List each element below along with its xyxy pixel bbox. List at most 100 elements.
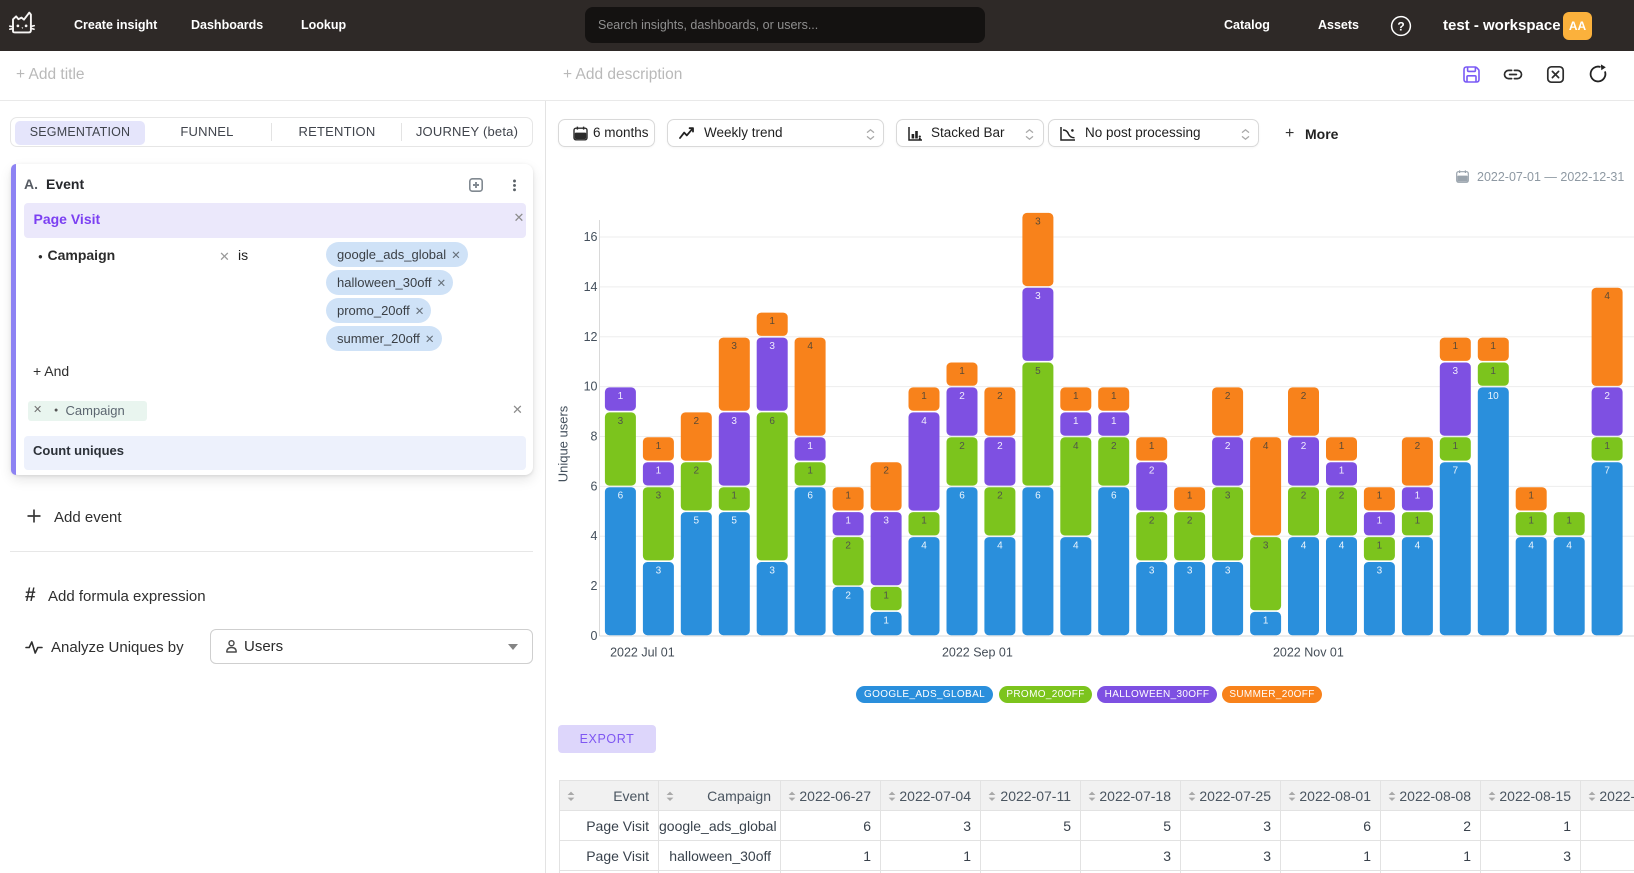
- svg-text:4: 4: [1528, 541, 1534, 552]
- svg-text:3: 3: [1035, 291, 1041, 302]
- svg-text:2: 2: [959, 391, 965, 402]
- svg-text:2: 2: [1301, 491, 1307, 502]
- svg-text:1: 1: [1149, 441, 1155, 452]
- svg-text:1: 1: [959, 366, 965, 377]
- svg-text:4: 4: [997, 541, 1003, 552]
- svg-text:6: 6: [807, 491, 813, 502]
- svg-text:14: 14: [584, 280, 598, 294]
- svg-text:2022 Nov 01: 2022 Nov 01: [1273, 646, 1344, 660]
- svg-text:1: 1: [1073, 391, 1079, 402]
- svg-text:3: 3: [1377, 566, 1383, 577]
- svg-text:1: 1: [845, 491, 851, 502]
- svg-text:1: 1: [1339, 466, 1345, 477]
- svg-text:3: 3: [656, 566, 662, 577]
- svg-text:2: 2: [1225, 391, 1231, 402]
- svg-text:3: 3: [656, 491, 662, 502]
- svg-text:5: 5: [694, 516, 700, 527]
- svg-text:2: 2: [1339, 491, 1345, 502]
- svg-text:2: 2: [845, 590, 851, 601]
- svg-text:5: 5: [731, 516, 737, 527]
- svg-text:2: 2: [1111, 441, 1117, 452]
- svg-text:1: 1: [1377, 491, 1383, 502]
- svg-text:2: 2: [997, 391, 1003, 402]
- svg-text:4: 4: [591, 529, 598, 543]
- svg-text:8: 8: [591, 430, 598, 444]
- svg-text:2: 2: [1149, 516, 1155, 527]
- svg-text:2: 2: [845, 541, 851, 552]
- svg-text:4: 4: [1301, 541, 1307, 552]
- svg-text:3: 3: [731, 341, 737, 352]
- svg-text:1: 1: [656, 466, 662, 477]
- svg-text:4: 4: [1263, 441, 1269, 452]
- svg-text:1: 1: [1453, 341, 1459, 352]
- svg-text:6: 6: [769, 416, 775, 427]
- svg-text:2: 2: [1604, 391, 1610, 402]
- svg-text:2: 2: [997, 441, 1003, 452]
- svg-text:0: 0: [591, 629, 598, 643]
- svg-text:1: 1: [1073, 416, 1079, 427]
- svg-text:3: 3: [1263, 541, 1269, 552]
- svg-text:2022 Sep 01: 2022 Sep 01: [942, 646, 1013, 660]
- svg-text:1: 1: [807, 441, 813, 452]
- svg-text:2022 Jul 01: 2022 Jul 01: [610, 646, 675, 660]
- svg-text:4: 4: [921, 541, 927, 552]
- svg-text:2: 2: [1301, 441, 1307, 452]
- svg-text:1: 1: [1377, 516, 1383, 527]
- svg-text:1: 1: [1415, 516, 1421, 527]
- svg-text:1: 1: [656, 441, 662, 452]
- svg-text:Unique users: Unique users: [556, 405, 571, 482]
- svg-text:1: 1: [1187, 491, 1193, 502]
- svg-text:2: 2: [694, 416, 700, 427]
- svg-text:1: 1: [921, 516, 927, 527]
- svg-text:3: 3: [769, 566, 775, 577]
- svg-text:10: 10: [584, 380, 598, 394]
- svg-text:2: 2: [1225, 441, 1231, 452]
- svg-text:4: 4: [921, 416, 927, 427]
- svg-text:1: 1: [1528, 516, 1534, 527]
- svg-text:1: 1: [1339, 441, 1345, 452]
- svg-text:3: 3: [1225, 491, 1231, 502]
- svg-text:1: 1: [1263, 615, 1269, 626]
- svg-text:4: 4: [1073, 541, 1079, 552]
- svg-text:1: 1: [1490, 366, 1496, 377]
- svg-text:2: 2: [1187, 516, 1193, 527]
- svg-text:6: 6: [591, 479, 598, 493]
- svg-text:12: 12: [584, 330, 598, 344]
- svg-text:3: 3: [769, 341, 775, 352]
- svg-text:3: 3: [1225, 566, 1231, 577]
- svg-text:1: 1: [731, 491, 737, 502]
- svg-text:5: 5: [1035, 366, 1041, 377]
- svg-text:2: 2: [997, 491, 1003, 502]
- svg-text:?: ?: [1397, 19, 1404, 33]
- svg-text:1: 1: [1453, 441, 1459, 452]
- svg-text:1: 1: [1604, 441, 1610, 452]
- svg-text:1: 1: [1415, 491, 1421, 502]
- svg-text:2: 2: [1149, 466, 1155, 477]
- svg-text:4: 4: [1415, 541, 1421, 552]
- svg-text:16: 16: [584, 230, 598, 244]
- svg-text:6: 6: [618, 491, 624, 502]
- svg-text:4: 4: [1339, 541, 1345, 552]
- svg-text:1: 1: [1111, 416, 1117, 427]
- svg-text:1: 1: [883, 615, 889, 626]
- svg-text:2: 2: [694, 466, 700, 477]
- svg-text:3: 3: [731, 416, 737, 427]
- svg-text:1: 1: [1490, 341, 1496, 352]
- svg-text:1: 1: [921, 391, 927, 402]
- svg-text:4: 4: [1566, 541, 1572, 552]
- svg-text:3: 3: [618, 416, 624, 427]
- svg-text:1: 1: [769, 316, 775, 327]
- svg-text:4: 4: [807, 341, 813, 352]
- svg-text:1: 1: [1528, 491, 1534, 502]
- svg-text:2: 2: [883, 466, 889, 477]
- svg-text:4: 4: [1073, 441, 1079, 452]
- svg-text:7: 7: [1453, 466, 1459, 477]
- svg-text:2: 2: [959, 441, 965, 452]
- svg-text:3: 3: [883, 516, 889, 527]
- svg-text:1: 1: [1111, 391, 1117, 402]
- svg-text:1: 1: [1377, 541, 1383, 552]
- svg-text:3: 3: [1187, 566, 1193, 577]
- svg-text:6: 6: [1111, 491, 1117, 502]
- svg-text:7: 7: [1604, 466, 1610, 477]
- svg-text:3: 3: [1149, 566, 1155, 577]
